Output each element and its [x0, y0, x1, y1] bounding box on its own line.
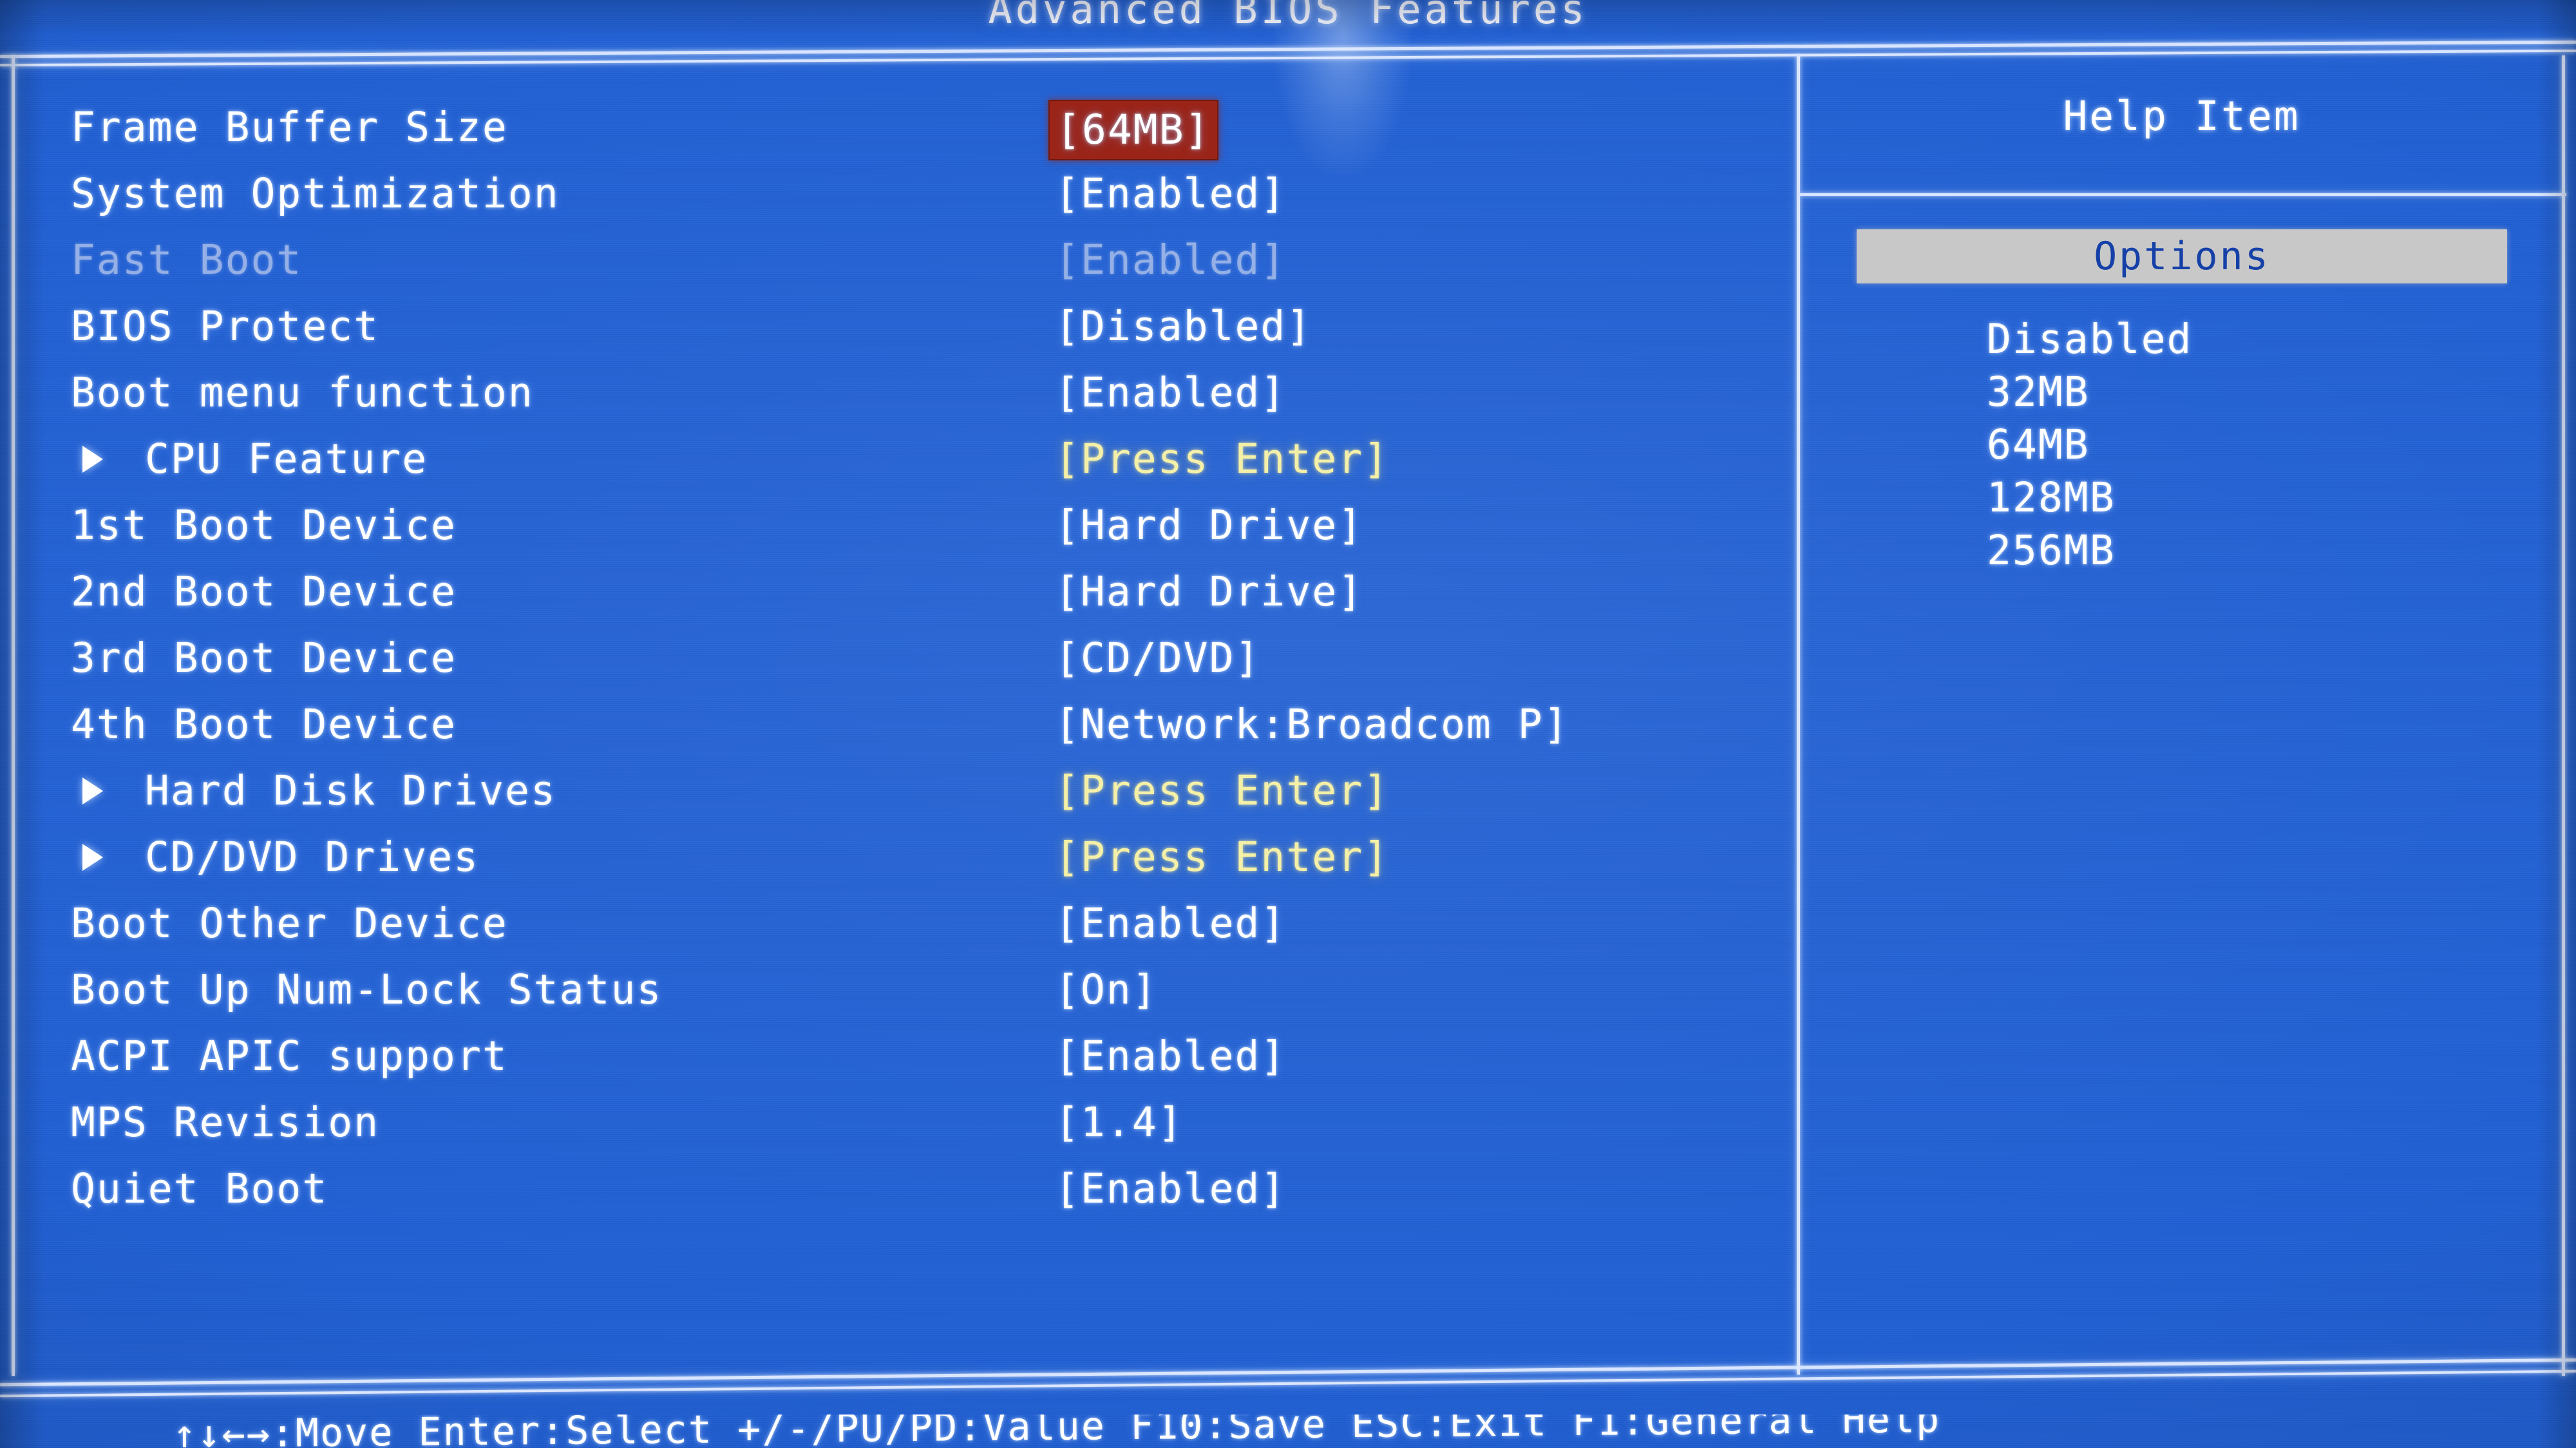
help-panel: Help Item Options Disabled 32MB 64MB 128MB 2…	[1800, 62, 2563, 1369]
option-item[interactable]: 128MB	[1987, 472, 2553, 524]
settings-list: Frame Buffer Size [64MB] System Optimizati…	[0, 94, 1790, 1222]
frame-top-outer-line	[0, 40, 2576, 59]
setting-label: Frame Buffer Size	[71, 104, 508, 151]
setting-value[interactable]: [Press Enter]	[1055, 757, 1389, 824]
setting-value[interactable]: [Hard Drive]	[1055, 558, 1363, 625]
setting-row[interactable]: Hard Disk Drives [Press Enter]	[0, 757, 1790, 824]
option-item[interactable]: 32MB	[1987, 366, 2553, 419]
submenu-arrow-icon	[82, 445, 103, 473]
footer-shortcuts: ↑↓←→:Move Enter:Select +/-/PU/PD:Value F…	[172, 1415, 1941, 1448]
setting-label: Hard Disk Drives	[145, 767, 556, 814]
setting-row[interactable]: 3rd Boot Device [CD/DVD]	[0, 625, 1790, 691]
setting-row[interactable]: Boot menu function [Enabled]	[0, 359, 1790, 426]
setting-label: 3rd Boot Device	[71, 634, 457, 681]
setting-label: MPS Revision	[71, 1099, 380, 1146]
submenu-arrow-icon	[82, 777, 103, 805]
setting-label: Quiet Boot	[71, 1165, 328, 1212]
setting-row[interactable]: Boot Other Device [Enabled]	[0, 890, 1790, 957]
bios-screen: Advanced BIOS Features Frame Buffer Size…	[0, 0, 2576, 1448]
submenu-arrow-icon	[82, 843, 103, 871]
setting-label: CD/DVD Drives	[145, 834, 480, 881]
setting-label: 1st Boot Device	[71, 502, 457, 549]
setting-label: Boot Other Device	[71, 900, 508, 947]
setting-row[interactable]: 2nd Boot Device [Hard Drive]	[0, 558, 1790, 625]
option-item[interactable]: Disabled	[1987, 313, 2553, 366]
setting-value[interactable]: [Enabled]	[1055, 227, 1286, 293]
options-banner: Options	[1857, 229, 2507, 283]
setting-row[interactable]: BIOS Protect [Disabled]	[0, 293, 1790, 359]
setting-value[interactable]: [Press Enter]	[1055, 426, 1389, 492]
footer-bar: ↑↓←→:Move Enter:Select +/-/PU/PD:Value F…	[0, 1415, 2576, 1448]
page-title: Advanced BIOS Features	[988, 0, 1588, 33]
setting-row[interactable]: 4th Boot Device [Network:Broadcom P]	[0, 691, 1790, 757]
setting-value-selected[interactable]: [64MB]	[1048, 100, 1218, 160]
frame-bottom-inner-line	[0, 1369, 2576, 1398]
setting-value[interactable]: [1.4]	[1055, 1089, 1184, 1156]
setting-label: BIOS Protect	[71, 303, 380, 350]
setting-value[interactable]: [Disabled]	[1055, 293, 1312, 359]
setting-row[interactable]: 1st Boot Device [Hard Drive]	[0, 492, 1790, 558]
setting-label: Fast Boot	[71, 236, 303, 283]
setting-value[interactable]: [Enabled]	[1055, 359, 1286, 426]
setting-value[interactable]: [Network:Broadcom P]	[1055, 691, 1569, 757]
option-item[interactable]: 64MB	[1987, 419, 2553, 472]
setting-value[interactable]: [Enabled]	[1055, 1156, 1286, 1222]
setting-value[interactable]: [Enabled]	[1055, 890, 1286, 957]
setting-row[interactable]: Fast Boot [Enabled]	[0, 227, 1790, 293]
setting-row[interactable]: System Optimization [Enabled]	[0, 160, 1790, 227]
setting-label: Boot Up Num-Lock Status	[71, 966, 663, 1013]
setting-label: 4th Boot Device	[71, 701, 457, 748]
setting-label: ACPI APIC support	[71, 1033, 508, 1080]
setting-row[interactable]: Boot Up Num-Lock Status [On]	[0, 957, 1790, 1023]
setting-row[interactable]: Frame Buffer Size [64MB]	[0, 94, 1790, 160]
setting-label: 2nd Boot Device	[71, 568, 457, 615]
setting-value[interactable]: [Enabled]	[1055, 160, 1286, 227]
setting-row[interactable]: CD/DVD Drives [Press Enter]	[0, 824, 1790, 890]
setting-value[interactable]: [CD/DVD]	[1055, 625, 1260, 691]
setting-row[interactable]: ACPI APIC support [Enabled]	[0, 1023, 1790, 1089]
setting-row[interactable]: MPS Revision [1.4]	[0, 1089, 1790, 1156]
title-bar: Advanced BIOS Features	[0, 0, 2576, 33]
setting-label: Boot menu function	[71, 369, 534, 416]
setting-value[interactable]: [Enabled]	[1055, 1023, 1286, 1089]
help-panel-title: Help Item	[2063, 93, 2300, 140]
option-item[interactable]: 256MB	[1987, 524, 2553, 577]
setting-label: System Optimization	[71, 170, 560, 217]
setting-label: CPU Feature	[145, 435, 428, 482]
setting-value[interactable]: [Press Enter]	[1055, 824, 1389, 890]
setting-row[interactable]: Quiet Boot [Enabled]	[0, 1156, 1790, 1222]
setting-row[interactable]: CPU Feature [Press Enter]	[0, 426, 1790, 492]
setting-value[interactable]: [On]	[1055, 957, 1158, 1023]
options-list: Disabled 32MB 64MB 128MB 256MB	[1987, 313, 2553, 577]
options-banner-label: Options	[2094, 234, 2270, 279]
setting-value[interactable]: [Hard Drive]	[1055, 492, 1363, 558]
